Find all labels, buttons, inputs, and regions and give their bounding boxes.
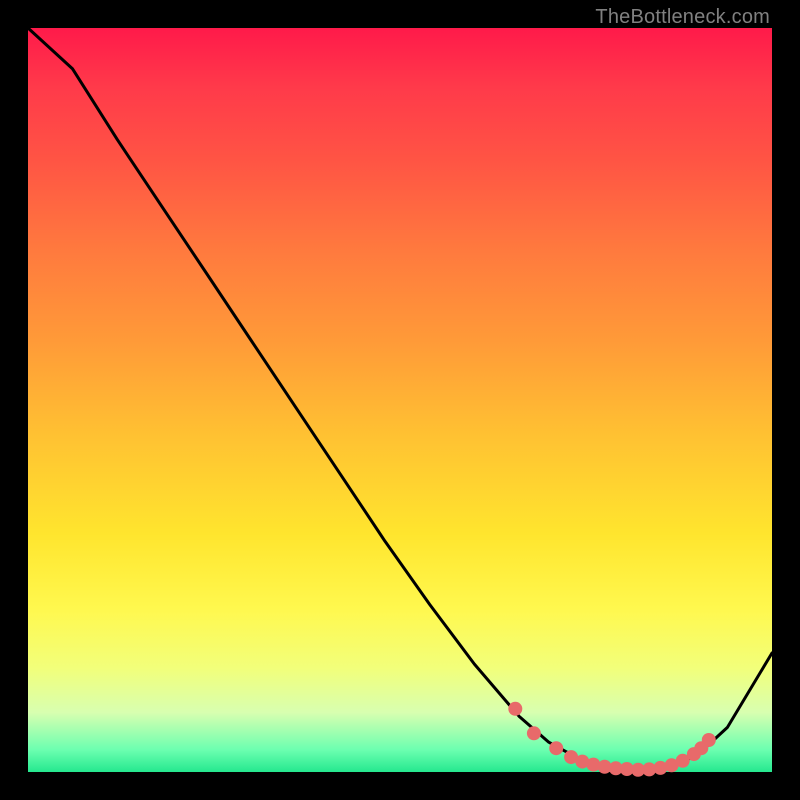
marker-dot (549, 741, 563, 755)
marker-dot (702, 733, 716, 747)
bottleneck-curve (28, 28, 772, 771)
attribution-text: TheBottleneck.com (595, 6, 770, 29)
chart-canvas (28, 28, 772, 772)
highlight-markers (508, 702, 716, 777)
chart-svg (28, 28, 772, 772)
marker-dot (508, 702, 522, 716)
marker-dot (527, 726, 541, 740)
